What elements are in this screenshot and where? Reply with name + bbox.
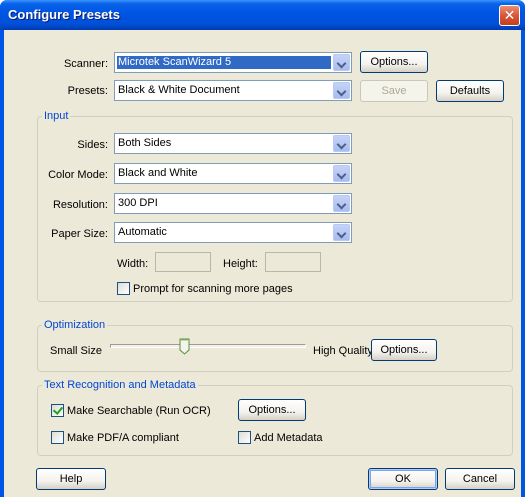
make-searchable-checkbox[interactable] [51,404,64,417]
resolution-label: Resolution: [52,199,108,211]
pdfa-checkbox[interactable] [51,431,64,444]
high-quality-label: High Quality [313,345,373,357]
chevron-down-icon[interactable] [333,165,350,182]
ocr-options-button[interactable]: Options... [238,399,306,421]
help-button[interactable]: Help [36,468,106,490]
dialog-window: Configure Presets ✕ Scanner: Microtek Sc… [0,0,525,497]
scanner-options-button[interactable]: Options... [360,51,428,73]
close-icon: ✕ [503,7,516,23]
optimization-group-title: Optimization [42,319,108,332]
color-mode-value: Black and White [118,167,198,179]
add-metadata-checkbox[interactable] [238,431,251,444]
scanner-value: Microtek ScanWizard 5 [117,56,331,69]
ocr-group-title: Text Recognition and Metadata [42,379,198,392]
chevron-down-icon[interactable] [333,224,350,241]
input-group-title: Input [42,110,71,123]
save-preset-button[interactable]: Save [360,80,428,102]
quality-slider-track[interactable] [110,344,306,348]
defaults-button[interactable]: Defaults [436,80,504,102]
dialog-body: Scanner: Microtek ScanWizard 5 Options..… [4,30,521,497]
title-bar[interactable]: Configure Presets ✕ [0,0,525,30]
color-mode-label: Color Mode: [48,169,108,181]
dialog-title: Configure Presets [8,7,120,22]
quality-slider-thumb[interactable] [179,338,190,355]
width-label: Width: [117,258,149,270]
width-input[interactable] [155,252,211,272]
small-size-label: Small Size [50,345,102,357]
sides-select[interactable]: Both Sides [114,133,352,154]
chevron-down-icon[interactable] [333,82,350,99]
prompt-more-pages-checkbox[interactable] [117,282,130,295]
optimization-group [37,325,513,372]
presets-select[interactable]: Black & White Document [114,80,352,101]
resolution-select[interactable]: 300 DPI [114,193,352,214]
paper-size-value: Automatic [118,226,167,238]
resolution-value: 300 DPI [118,197,158,209]
presets-value: Black & White Document [118,84,240,96]
sides-value: Both Sides [118,137,172,149]
close-button[interactable]: ✕ [499,5,520,26]
paper-size-select[interactable]: Automatic [114,222,352,243]
cancel-button[interactable]: Cancel [445,468,515,490]
height-label: Height: [223,258,258,270]
scanner-label: Scanner: [63,58,108,70]
height-input[interactable] [265,252,321,272]
pdfa-label: Make PDF/A compliant [67,432,179,444]
scanner-select[interactable]: Microtek ScanWizard 5 [114,52,352,73]
make-searchable-label: Make Searchable (Run OCR) [67,405,211,417]
chevron-down-icon[interactable] [333,195,350,212]
prompt-more-pages-label: Prompt for scanning more pages [133,283,293,295]
paper-size-label: Paper Size: [51,228,108,240]
chevron-down-icon[interactable] [333,135,350,152]
add-metadata-label: Add Metadata [254,432,323,444]
ok-button[interactable]: OK [368,468,438,490]
sides-label: Sides: [77,139,108,151]
chevron-down-icon[interactable] [333,54,350,71]
optimization-options-button[interactable]: Options... [371,339,437,361]
presets-label: Presets: [67,85,108,97]
color-mode-select[interactable]: Black and White [114,163,352,184]
